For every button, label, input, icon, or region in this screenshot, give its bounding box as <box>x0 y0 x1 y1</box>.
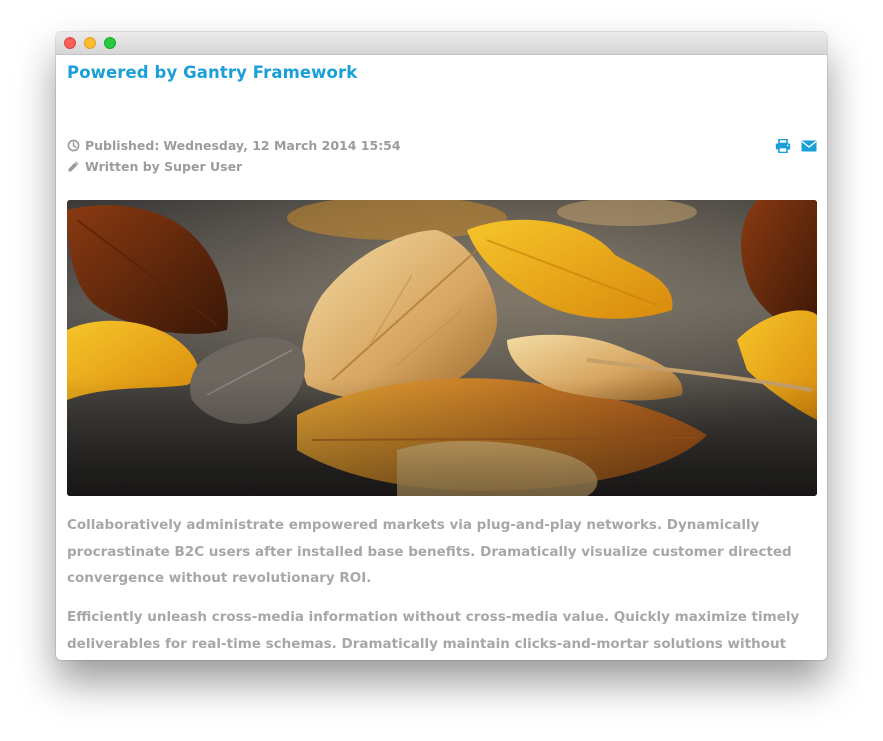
close-window-button[interactable] <box>64 37 76 49</box>
print-icon[interactable] <box>775 138 791 154</box>
browser-window: Powered by Gantry Framework Published: W… <box>56 32 827 660</box>
maximize-window-button[interactable] <box>104 37 116 49</box>
article-title[interactable]: Powered by Gantry Framework <box>67 63 357 82</box>
author-text: Written by Super User <box>85 159 243 174</box>
published-date-info: Published: Wednesday, 12 March 2014 15:5… <box>67 138 401 153</box>
article-paragraph-1: Collaboratively administrate empowered m… <box>67 517 792 586</box>
screenshot-stage: Powered by Gantry Framework Published: W… <box>0 0 883 741</box>
envelope-icon[interactable] <box>801 138 817 152</box>
window-titlebar <box>56 32 827 55</box>
published-label: Published: <box>85 138 160 153</box>
author-info: Written by Super User <box>67 159 242 174</box>
pencil-icon <box>67 160 80 173</box>
clock-icon <box>67 139 80 152</box>
article-paragraph-2: Efficiently unleash cross-media informat… <box>67 609 800 652</box>
minimize-window-button[interactable] <box>84 37 96 49</box>
article-tools <box>765 138 817 154</box>
autumn-leaves-photo <box>67 200 817 496</box>
published-date: Wednesday, 12 March 2014 15:54 <box>163 138 401 153</box>
